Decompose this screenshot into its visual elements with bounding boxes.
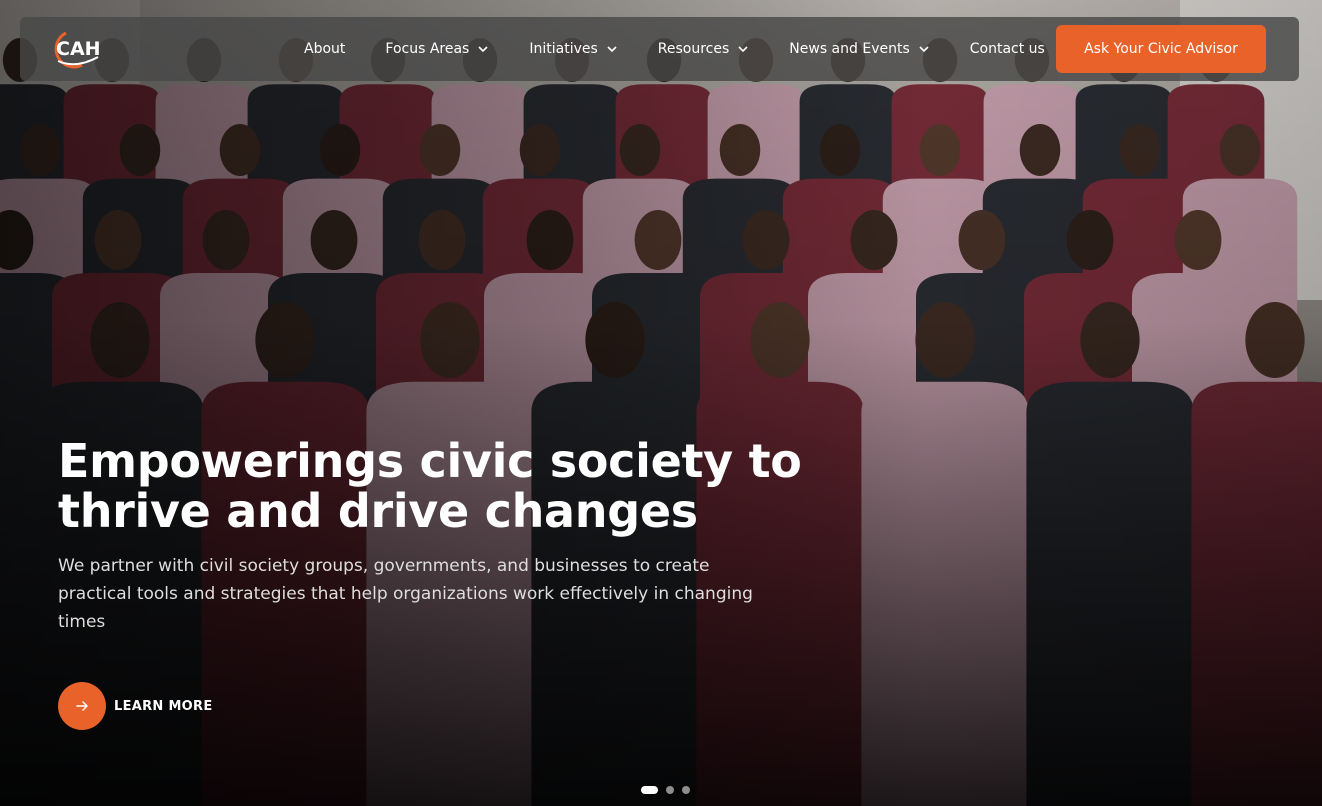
ask-civic-advisor-button[interactable]: Ask Your Civic Advisor bbox=[1056, 25, 1266, 73]
logo-icon: CAH bbox=[54, 31, 101, 69]
nav-item-news-and-events[interactable]: News and Events bbox=[789, 41, 929, 57]
nav-item-label: News and Events bbox=[789, 41, 910, 57]
nav-item-about[interactable]: About bbox=[304, 41, 345, 57]
carousel-dot-1[interactable] bbox=[641, 786, 658, 794]
nav-item-resources[interactable]: Resources bbox=[658, 41, 750, 57]
chevron-down-icon bbox=[607, 46, 617, 53]
nav-item-initiatives[interactable]: Initiatives bbox=[529, 41, 617, 57]
nav-item-contact-us[interactable]: Contact us bbox=[970, 41, 1045, 57]
learn-more-label: LEARN MORE bbox=[114, 698, 213, 714]
nav-item-focus-areas[interactable]: Focus Areas bbox=[385, 41, 489, 57]
nav-item-label: Resources bbox=[657, 41, 730, 57]
carousel-indicators bbox=[641, 785, 698, 795]
hero-title-line-1: Empowerings civic society to bbox=[58, 434, 802, 488]
learn-more-button[interactable]: LEARN MORE bbox=[58, 682, 213, 730]
chevron-down-icon bbox=[478, 46, 488, 53]
carousel-dot-2[interactable] bbox=[666, 786, 674, 794]
carousel-dot-3[interactable] bbox=[682, 786, 690, 794]
hero-title-line-2: thrive and drive changes bbox=[58, 484, 698, 538]
hero-subtitle: We partner with civil society groups, go… bbox=[58, 556, 753, 632]
logo-text: CAH bbox=[56, 38, 101, 60]
nav-item-label: About bbox=[304, 41, 346, 57]
arrow-right-icon bbox=[76, 701, 88, 711]
chevron-down-icon bbox=[919, 46, 929, 53]
nav-item-label: Focus Areas bbox=[385, 41, 470, 57]
cah-logo[interactable]: CAH bbox=[52, 27, 108, 71]
nav-item-label: Initiatives bbox=[529, 41, 598, 57]
hero-title: Empowerings civic society to thrive and … bbox=[58, 436, 818, 536]
hero-section: CAH About Focus Areas Initiatives Resour… bbox=[0, 0, 1322, 806]
nav-item-label: Contact us bbox=[969, 41, 1045, 57]
chevron-down-icon bbox=[738, 46, 748, 53]
learn-more-circle[interactable] bbox=[58, 682, 106, 730]
main-navbar: CAH About Focus Areas Initiatives Resour… bbox=[20, 17, 1299, 81]
nav-menu: About Focus Areas Initiatives Resources … bbox=[304, 17, 1045, 81]
